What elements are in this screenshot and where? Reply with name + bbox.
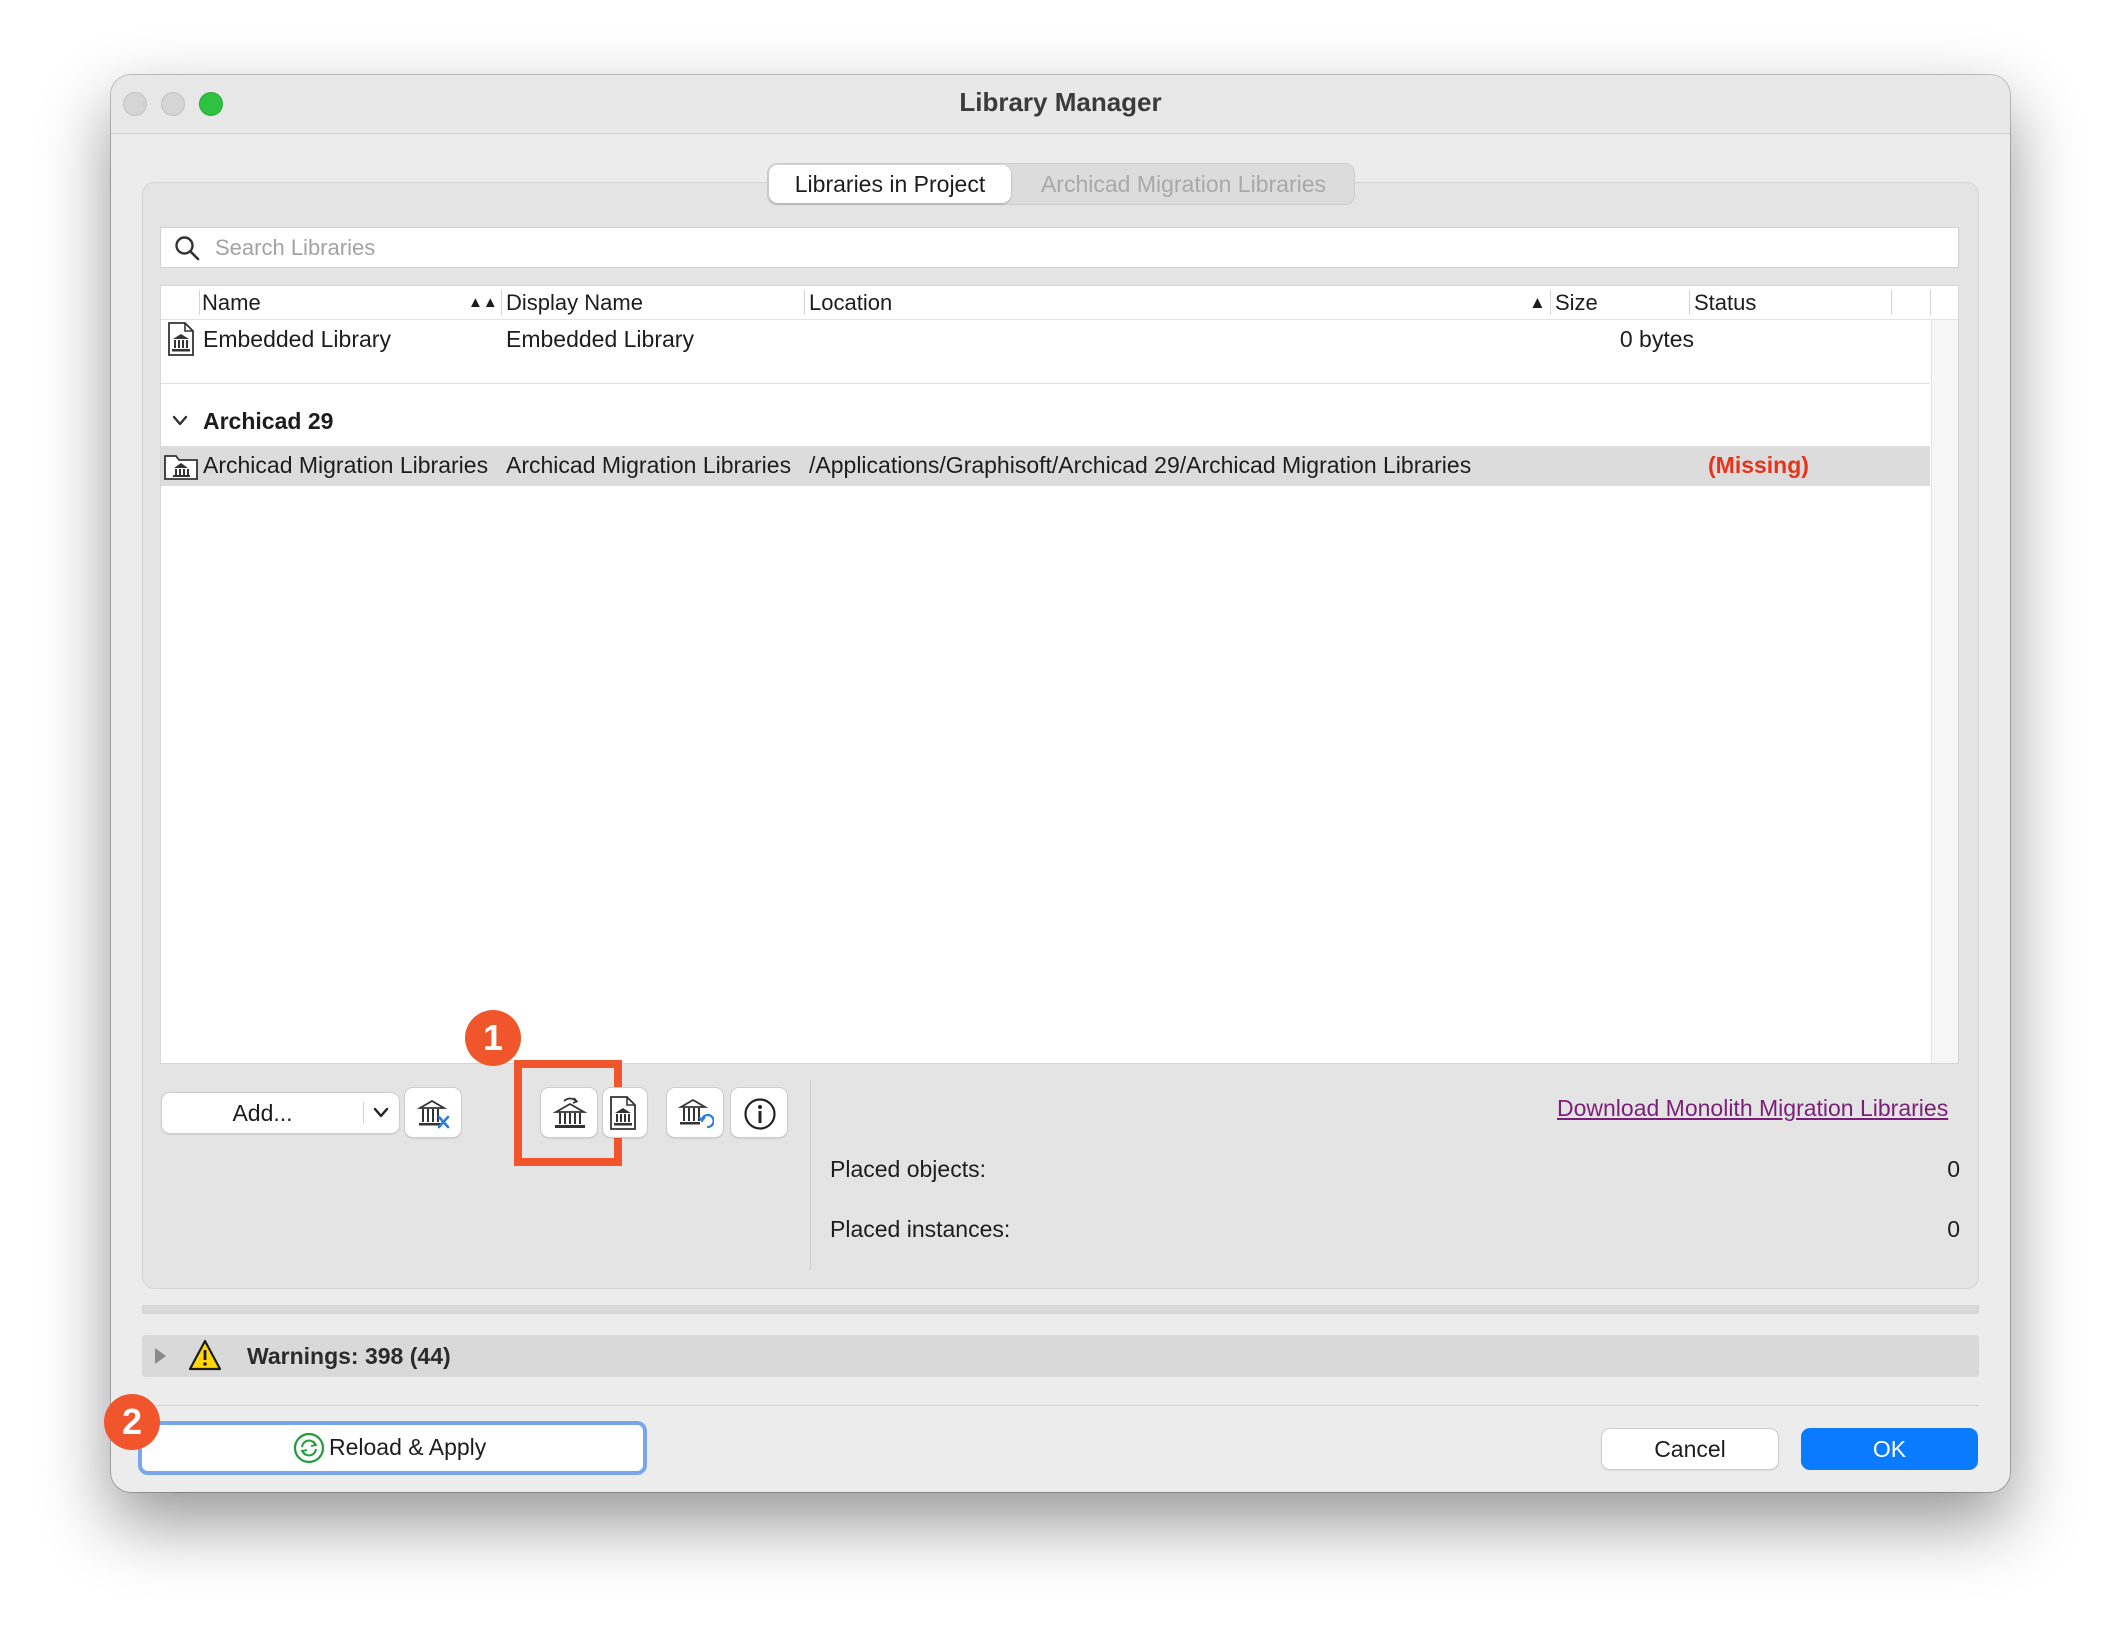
splitter[interactable] (142, 1305, 1979, 1314)
library-folder-icon (164, 455, 198, 480)
tab-libraries-in-project[interactable]: Libraries in Project (769, 165, 1011, 203)
table-row[interactable]: Embedded Library Embedded Library 0 byte… (161, 320, 1930, 383)
reload-icon (293, 1432, 325, 1464)
search-input[interactable] (215, 228, 1915, 267)
column-divider (501, 290, 502, 315)
divider (142, 1405, 1979, 1406)
disclosure-triangle-icon[interactable] (153, 1347, 167, 1365)
column-divider (1930, 290, 1931, 315)
search-icon (175, 236, 200, 261)
library-display-name: Embedded Library (506, 326, 694, 352)
sort-ascending-icon: ▲ (1529, 293, 1546, 312)
step-1-badge: 1 (465, 1010, 521, 1066)
library-display-name: Archicad Migration Libraries (506, 452, 792, 478)
library-refresh-icon (678, 1098, 714, 1129)
vertical-scrollbar[interactable] (1931, 320, 1958, 1063)
column-header-size[interactable]: Size (1555, 286, 1598, 319)
info-icon (744, 1098, 776, 1130)
column-divider (804, 290, 805, 315)
column-header-location[interactable]: Location (809, 286, 892, 319)
group-header-archicad-29[interactable]: Archicad 29 (161, 402, 1930, 442)
reload-apply-label: Reload & Apply (329, 1434, 487, 1460)
table-row-selected[interactable]: Archicad Migration Libraries Archicad Mi… (161, 446, 1930, 486)
remove-library-button[interactable] (404, 1087, 462, 1138)
reload-apply-button[interactable]: Reload & Apply (138, 1421, 647, 1475)
column-divider (1550, 290, 1551, 315)
chevron-down-icon (373, 1107, 389, 1118)
library-manager-window: Library Manager Libraries in Project Arc… (111, 75, 2010, 1492)
library-remove-icon (417, 1099, 450, 1129)
cancel-button[interactable]: Cancel (1601, 1428, 1779, 1470)
step-2-badge: 2 (104, 1394, 160, 1450)
sort-ascending-icon: ▲▲ (468, 294, 498, 311)
placed-objects-value: 0 (1947, 1156, 1960, 1182)
info-button[interactable] (730, 1087, 788, 1138)
embedded-library-button[interactable] (602, 1087, 648, 1138)
title-bar: Library Manager (111, 75, 2010, 134)
libraries-table: Name ▲▲ Display Name Location ▲ Size Sta… (160, 285, 1959, 1064)
library-location: /Applications/Graphisoft/Archicad 29/Arc… (809, 452, 1472, 478)
warnings-label: Warnings: 398 (44) (247, 1343, 451, 1369)
library-name: Embedded Library (203, 326, 391, 352)
add-button-label: Add... (232, 1100, 293, 1126)
column-divider (1689, 290, 1690, 315)
panel-divider (810, 1080, 811, 1270)
column-header-name[interactable]: Name (202, 286, 261, 319)
library-settings-button[interactable] (666, 1087, 724, 1138)
divider (161, 383, 1930, 384)
chevron-down-icon[interactable] (172, 415, 188, 427)
column-divider (199, 290, 200, 315)
column-header-status[interactable]: Status (1694, 286, 1756, 319)
divider (363, 1102, 364, 1124)
tab-bar: Libraries in Project Archicad Migration … (767, 163, 1355, 205)
warning-icon (188, 1339, 222, 1371)
placed-instances-value: 0 (1947, 1216, 1960, 1242)
library-file-icon (610, 1096, 636, 1130)
column-divider (1891, 290, 1892, 315)
tab-archicad-migration-libraries[interactable]: Archicad Migration Libraries (1013, 165, 1354, 203)
library-file-icon (168, 322, 194, 356)
library-size: 0 bytes (1619, 326, 1694, 352)
add-library-dropdown[interactable]: Add... (161, 1092, 400, 1134)
placed-instances-label: Placed instances: (830, 1216, 1011, 1242)
ok-button[interactable]: OK (1801, 1428, 1978, 1470)
search-field (160, 227, 1959, 268)
warnings-bar[interactable]: Warnings: 398 (44) (142, 1335, 1979, 1377)
library-status-missing: (Missing) (1708, 452, 1809, 478)
window-title: Library Manager (959, 87, 1162, 117)
placed-objects-label: Placed objects: (830, 1156, 986, 1182)
download-migration-libraries-link[interactable]: Download Monolith Migration Libraries (1557, 1095, 1948, 1122)
column-header-display-name[interactable]: Display Name (506, 286, 643, 319)
group-title: Archicad 29 (203, 408, 334, 434)
library-name: Archicad Migration Libraries (203, 452, 489, 478)
